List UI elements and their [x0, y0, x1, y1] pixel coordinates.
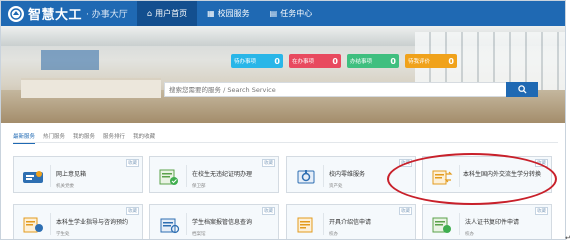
favorite-button[interactable]: 收藏 [262, 159, 275, 167]
search-button[interactable] [506, 82, 538, 97]
grid-icon: ▦ [207, 9, 215, 18]
certificate-icon [159, 169, 178, 185]
stat-tile-label: 办结事项 [350, 59, 373, 65]
nav-item-label: 任务中心 [280, 9, 313, 18]
tab-divider [13, 142, 558, 143]
stat-tile-label: 待办事项 [234, 59, 257, 65]
logo-name: 智慧大工 [28, 8, 83, 23]
card-title: 本科生学业指导与咨询预约 [56, 219, 129, 226]
card-title: 开具介绍信申请 [329, 219, 372, 226]
logo-subtitle: · 办事大厅 [86, 10, 128, 20]
maintenance-icon [297, 170, 315, 184]
nav-item-label: 校园服务 [217, 9, 250, 18]
service-card[interactable]: 收藏 学生档案报管信息查询 档案馆 [149, 204, 279, 239]
hero-sign [41, 50, 99, 70]
mailbox-icon [23, 171, 43, 183]
paragraph-mark: ↵ [565, 234, 571, 242]
card-divider [459, 213, 460, 235]
search-bar [164, 82, 538, 97]
logo-emblem-icon [8, 5, 24, 22]
stat-tile-label: 在办事项 [292, 59, 315, 65]
favorite-button[interactable]: 收藏 [399, 159, 412, 167]
service-card[interactable]: 收藏 网上意见箱 机关党委 [13, 156, 143, 193]
card-divider [459, 165, 460, 187]
card-title: 法人证书复印件申请 [465, 219, 520, 226]
search-icon [517, 85, 527, 94]
stat-tile-label: 待我评价 [408, 59, 431, 65]
stat-tile-value: 0 [448, 56, 454, 66]
nav-item-task-center[interactable]: ▤ 任务中心 [260, 1, 323, 26]
main-nav: ⌂ 用户首页 ▦ 校园服务 ▤ 任务中心 [137, 1, 322, 26]
card-department: 保卫部 [192, 184, 206, 189]
card-title: 在校生无违纪证明办理 [192, 171, 253, 178]
card-department: 校办 [329, 232, 338, 237]
stat-tile-todo[interactable]: 待办事项 0 [231, 54, 283, 68]
favorite-button[interactable]: 收藏 [262, 207, 275, 215]
task-icon: ▤ [269, 9, 278, 18]
stat-tile-value: 0 [332, 56, 338, 66]
favorite-button[interactable]: 收藏 [126, 159, 139, 167]
card-divider [50, 213, 51, 235]
service-card[interactable]: 收藏 本科生学业指导与咨询预约 学生处 [13, 204, 143, 239]
service-card[interactable]: 收藏 本科生国内外交流生学分转换 [422, 156, 552, 193]
archive-icon [160, 218, 180, 234]
card-title: 网上意见箱 [56, 171, 87, 178]
license-icon [432, 217, 451, 233]
credit-transfer-icon [432, 170, 453, 185]
card-title: 学生档案报管信息查询 [192, 219, 253, 226]
card-divider [323, 213, 324, 235]
favorite-button[interactable]: 收藏 [535, 207, 548, 215]
favorite-button[interactable]: 收藏 [535, 159, 548, 167]
home-icon: ⌂ [147, 9, 153, 18]
card-department: 学生处 [56, 232, 70, 237]
favorite-button[interactable]: 收藏 [399, 207, 412, 215]
search-input[interactable] [164, 82, 506, 97]
service-card[interactable]: 收藏 校内零维服务 资产处 [286, 156, 416, 193]
card-department: 资产处 [329, 184, 343, 189]
card-department: 校办 [465, 232, 474, 237]
stat-tile-completed[interactable]: 办结事项 0 [347, 54, 399, 68]
site-logo[interactable]: 智慧大工 · 办事大厅 [8, 5, 128, 23]
card-department: 机关党委 [56, 184, 74, 189]
card-divider [323, 165, 324, 187]
stat-tile-value: 0 [274, 56, 280, 66]
nav-item-home[interactable]: ⌂ 用户首页 [137, 1, 198, 26]
stat-tiles: 待办事项 0 在办事项 0 办结事项 0 待我评价 0 [231, 54, 457, 68]
service-card[interactable]: 收藏 开具介绍信申请 校办 [286, 204, 416, 239]
stat-tile-in-progress[interactable]: 在办事项 0 [289, 54, 341, 68]
top-navigation-bar: 智慧大工 · 办事大厅 ⌂ 用户首页 ▦ 校园服务 ▤ 任务中心 [1, 1, 565, 26]
card-department: 档案馆 [192, 232, 206, 237]
consult-icon [23, 217, 43, 233]
card-divider [186, 213, 187, 235]
hero-desk [21, 78, 161, 98]
nav-item-campus-services[interactable]: ▦ 校园服务 [197, 1, 260, 26]
card-divider [186, 165, 187, 187]
stat-tile-value: 0 [390, 56, 396, 66]
card-title: 本科生国内外交流生学分转换 [463, 171, 542, 178]
stat-tile-to-evaluate[interactable]: 待我评价 0 [405, 54, 457, 68]
card-divider [50, 165, 51, 187]
service-card[interactable]: 收藏 在校生无违纪证明办理 保卫部 [149, 156, 279, 193]
letter-icon [297, 217, 313, 233]
service-card[interactable]: 收藏 法人证书复印件申请 校办 [422, 204, 552, 239]
favorite-button[interactable]: 收藏 [126, 207, 139, 215]
nav-item-label: 用户首页 [155, 9, 188, 18]
page-frame: 智慧大工 · 办事大厅 ⌂ 用户首页 ▦ 校园服务 ▤ 任务中心 待办事项 0 … [0, 0, 566, 240]
card-title: 校内零维服务 [329, 171, 366, 178]
hero-banner [1, 26, 565, 123]
